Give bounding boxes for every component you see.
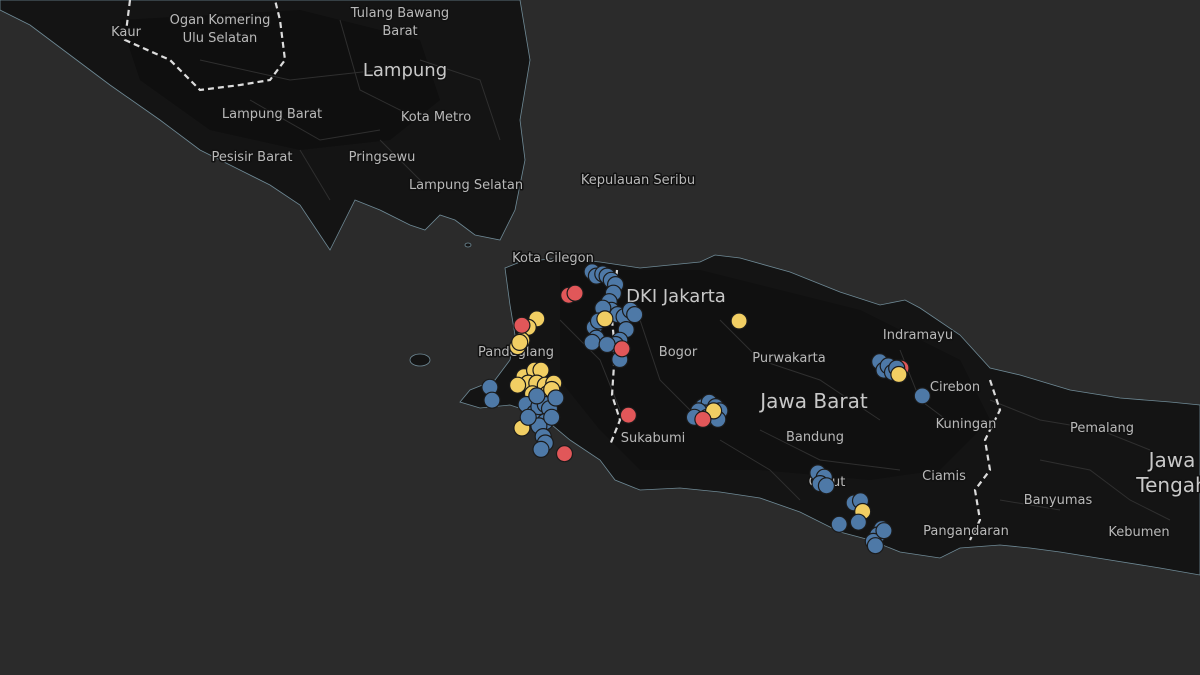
label-kepulauan-seribu: Kepulauan Seribu bbox=[581, 173, 695, 188]
label-kota-metro: Kota Metro bbox=[401, 110, 471, 125]
label-bogor: Bogor bbox=[659, 345, 698, 360]
label-bandung: Bandung bbox=[786, 430, 844, 445]
map-marker-blue[interactable] bbox=[528, 387, 546, 405]
map-marker-blue[interactable] bbox=[519, 408, 537, 426]
label-tulang-2: Barat bbox=[382, 24, 417, 39]
map-marker-blue[interactable] bbox=[532, 440, 550, 458]
label-pesisir-barat: Pesisir Barat bbox=[212, 150, 293, 165]
map-marker-yellow[interactable] bbox=[511, 333, 529, 351]
map-marker-blue[interactable] bbox=[547, 389, 565, 407]
label-sukabumi: Sukabumi bbox=[621, 431, 686, 446]
label-lampung-selatan: Lampung Selatan bbox=[409, 178, 523, 193]
map-marker-blue[interactable] bbox=[849, 513, 868, 531]
map-marker-blue[interactable] bbox=[583, 333, 601, 351]
island-krakatau bbox=[409, 353, 431, 367]
label-jawa-tengah-2: Tengah bbox=[1135, 473, 1200, 497]
label-tulang-1: Tulang Bawang bbox=[350, 6, 449, 21]
map-marker-yellow[interactable] bbox=[596, 310, 614, 328]
map-marker-blue[interactable] bbox=[598, 335, 616, 354]
map-marker-blue[interactable] bbox=[913, 387, 931, 405]
map-marker-blue[interactable] bbox=[626, 306, 644, 324]
label-banyumas: Banyumas bbox=[1024, 493, 1093, 508]
label-jawa-tengah-1: Jawa bbox=[1147, 448, 1196, 472]
map-view[interactable]: Kaur Ogan Komering Ulu Selatan Tulang Ba… bbox=[0, 0, 1200, 675]
map-marker-blue[interactable] bbox=[543, 408, 561, 426]
label-kota-cilegon: Kota Cilegon bbox=[512, 251, 594, 266]
map-marker-red[interactable] bbox=[694, 410, 712, 428]
label-kuningan: Kuningan bbox=[936, 417, 997, 432]
map-canvas[interactable]: Kaur Ogan Komering Ulu Selatan Tulang Ba… bbox=[0, 0, 1200, 675]
map-marker-blue[interactable] bbox=[830, 515, 848, 533]
label-ogan-1: Ogan Komering bbox=[170, 13, 271, 28]
label-kebumen: Kebumen bbox=[1108, 525, 1169, 540]
label-jawa-barat: Jawa Barat bbox=[758, 389, 868, 413]
label-pangandaran: Pangandaran bbox=[923, 524, 1009, 539]
island-small bbox=[464, 242, 472, 248]
map-marker-red[interactable] bbox=[619, 406, 638, 424]
label-lampung-barat: Lampung Barat bbox=[222, 107, 322, 122]
label-ciamis: Ciamis bbox=[922, 469, 966, 484]
map-marker-red[interactable] bbox=[513, 316, 531, 334]
label-pringsewu: Pringsewu bbox=[349, 150, 416, 165]
label-kaur: Kaur bbox=[111, 25, 142, 40]
label-purwakarta: Purwakarta bbox=[752, 351, 825, 366]
map-marker-yellow[interactable] bbox=[508, 376, 527, 394]
label-ogan-2: Ulu Selatan bbox=[183, 31, 258, 46]
map-marker-red[interactable] bbox=[555, 445, 574, 463]
map-marker-blue[interactable] bbox=[817, 477, 836, 495]
map-marker-red[interactable] bbox=[566, 284, 584, 302]
map-marker-blue[interactable] bbox=[875, 522, 893, 540]
label-lampung: Lampung bbox=[363, 60, 447, 81]
label-cirebon: Cirebon bbox=[930, 380, 980, 395]
map-marker-red[interactable] bbox=[613, 340, 631, 358]
map-marker-yellow[interactable] bbox=[890, 365, 908, 384]
label-pemalang: Pemalang bbox=[1070, 421, 1134, 436]
label-indramayu: Indramayu bbox=[883, 328, 953, 343]
map-marker-blue[interactable] bbox=[866, 537, 885, 555]
map-marker-yellow[interactable] bbox=[730, 312, 748, 330]
map-marker-blue[interactable] bbox=[483, 391, 501, 409]
label-dki-jakarta: DKI Jakarta bbox=[626, 286, 726, 307]
